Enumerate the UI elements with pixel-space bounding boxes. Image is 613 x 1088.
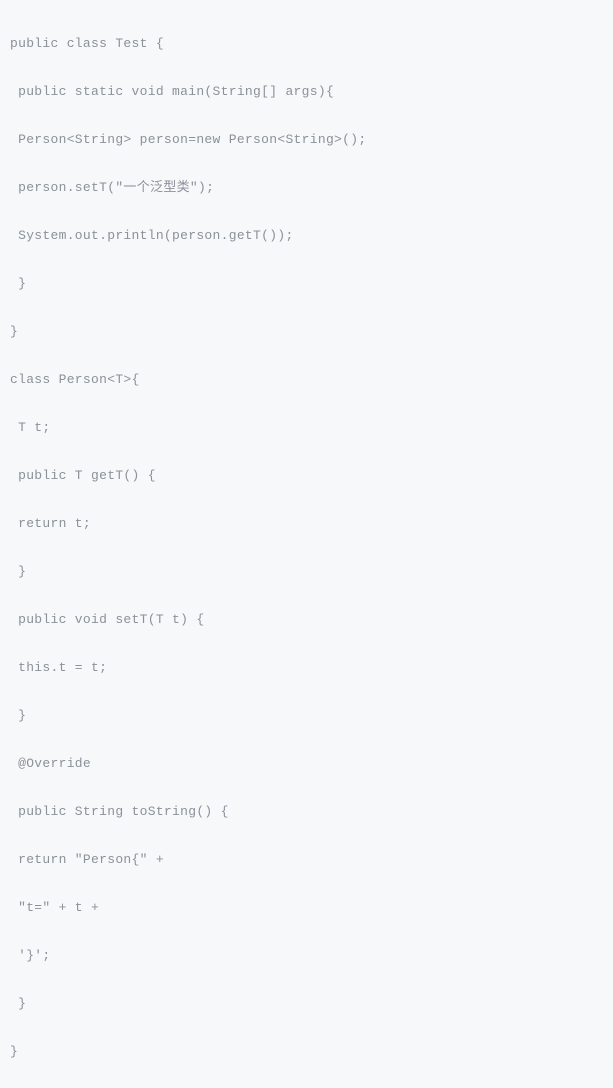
code-line: return "Person{" + xyxy=(10,848,603,872)
code-line: } xyxy=(10,992,603,1016)
code-line: return t; xyxy=(10,512,603,536)
code-line: } xyxy=(10,1040,603,1064)
code-line: public class Test { xyxy=(10,32,603,56)
code-line: } xyxy=(10,704,603,728)
code-line: } xyxy=(10,560,603,584)
code-line: public String toString() { xyxy=(10,800,603,824)
code-line: '}'; xyxy=(10,944,603,968)
code-block: public class Test { public static void m… xyxy=(10,8,603,1088)
code-line: class Person<T>{ xyxy=(10,368,603,392)
code-line: } xyxy=(10,272,603,296)
code-line: public static void main(String[] args){ xyxy=(10,80,603,104)
code-line: System.out.println(person.getT()); xyxy=(10,224,603,248)
code-line: person.setT("一个泛型类"); xyxy=(10,176,603,200)
code-line: @Override xyxy=(10,752,603,776)
code-line: public void setT(T t) { xyxy=(10,608,603,632)
code-line: "t=" + t + xyxy=(10,896,603,920)
code-line: Person<String> person=new Person<String>… xyxy=(10,128,603,152)
code-line: } xyxy=(10,320,603,344)
code-line: public T getT() { xyxy=(10,464,603,488)
code-line: this.t = t; xyxy=(10,656,603,680)
code-line: T t; xyxy=(10,416,603,440)
